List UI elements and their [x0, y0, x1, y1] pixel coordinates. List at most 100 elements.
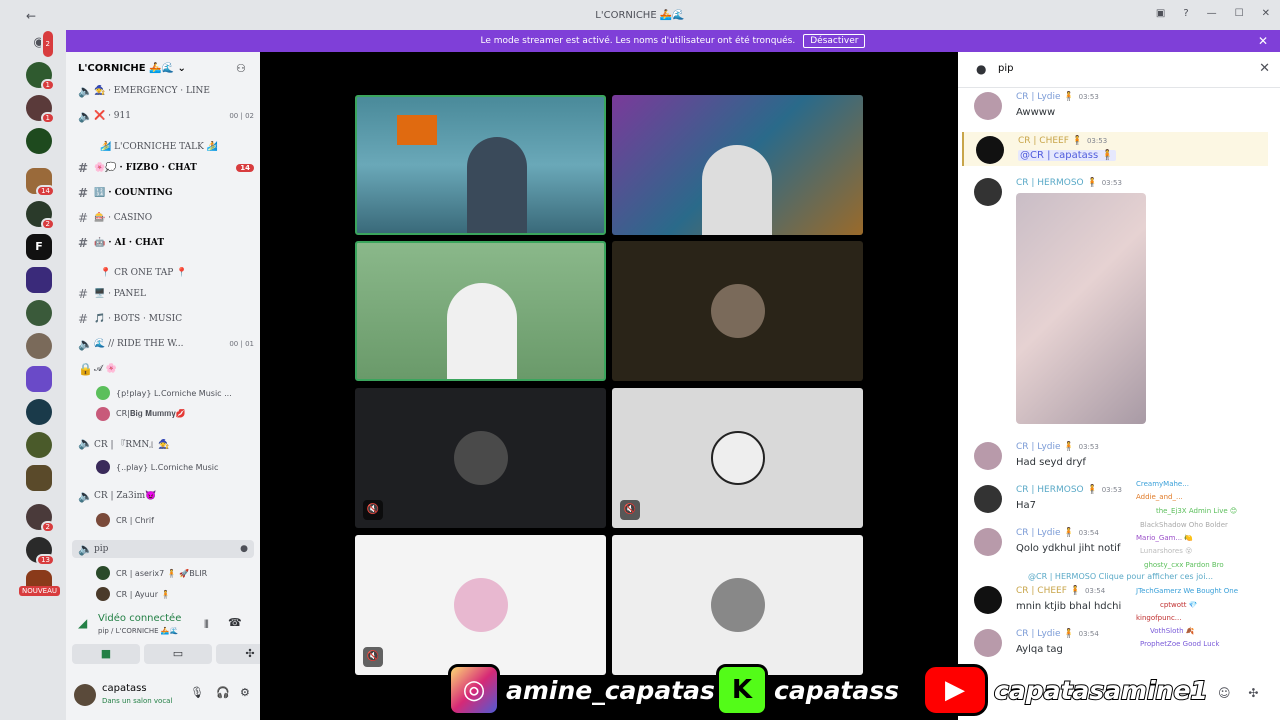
username[interactable]: capatass [102, 683, 147, 694]
channel-a[interactable]: 🔒 𝓐 🌸 [78, 360, 254, 378]
close-icon[interactable]: ✕ [1258, 34, 1268, 48]
server-icon[interactable]: F [26, 234, 52, 260]
headphones-icon[interactable]: 🎧 [216, 686, 230, 699]
server-icon[interactable]: 1 [26, 62, 55, 91]
avatar [96, 566, 110, 580]
screen-share-button[interactable]: ▭ [144, 644, 212, 664]
inbox-icon[interactable]: ▣ [1156, 8, 1165, 19]
server-icon[interactable] [26, 465, 52, 491]
channel-casino[interactable]: # 🎰 · CASINO [78, 209, 254, 227]
voice-user[interactable]: CR | Ayuur 🧍 [96, 586, 171, 602]
noise-suppression-icon[interactable]: ⦀ [204, 618, 209, 632]
server-icon[interactable]: 2 [26, 504, 55, 533]
discord-home-icon[interactable]: ◉ 2 [26, 29, 55, 59]
avatar[interactable] [974, 442, 1002, 470]
avatar[interactable] [974, 178, 1002, 206]
maximize-icon[interactable]: ☐ [1235, 8, 1244, 19]
server-icon[interactable]: 14 [26, 168, 55, 197]
disconnect-icon[interactable]: ☎ [228, 616, 242, 629]
avatar[interactable] [974, 629, 1002, 657]
message[interactable]: CR | Lydie 🧍 03:53 Awwww [974, 92, 1274, 124]
avatar [96, 407, 110, 421]
server-icon[interactable]: 1 [26, 95, 55, 124]
voice-status-title[interactable]: Vidéo connectée [98, 613, 181, 624]
video-tile[interactable] [355, 95, 606, 235]
video-tile[interactable] [355, 241, 606, 381]
channel-panel[interactable]: # 🖥️ · PANEL [78, 285, 254, 303]
category-one-tap[interactable]: 📍 CR ONE TAP 📍 [100, 268, 187, 278]
kick-handle: K capatass [716, 664, 900, 716]
gear-icon[interactable]: ⚙ [240, 686, 250, 699]
mic-muted-icon: 🔇 [363, 500, 383, 520]
add-member-icon[interactable]: ⚇ [236, 62, 246, 75]
instagram-handle: ◎ amine_capatas [448, 664, 716, 716]
voice-status-channel[interactable]: pip / L'CORNICHE 🚣🌊 [98, 627, 178, 635]
channel-sidebar: L'CORNICHE 🚣🌊 ⌄ ⚇ 🔈 🧙 · EMERGENCY · LINE … [66, 52, 284, 720]
channel-za3im[interactable]: 🔈 CR | Za3im😈 [78, 487, 254, 505]
channel-ride-the-wave[interactable]: 🔈 🌊 // RIDE THE W... 00 | 01 [78, 335, 254, 353]
message[interactable]: CR | Lydie 🧍 03:53 Had seyd dryf [974, 442, 1274, 474]
chevron-down-icon: ⌄ [177, 63, 186, 74]
avatar[interactable] [974, 528, 1002, 556]
participant-tile[interactable]: 🔇 [355, 535, 606, 675]
overlay-line: ghosty_cxx Pardon Bro [1144, 561, 1224, 569]
overlay-line: JTechGamerz We Bought One [1136, 587, 1239, 595]
voice-user[interactable]: CR|𝐁𝐢𝐠 𝐌𝐮𝐦𝐦𝐲💋 [96, 406, 186, 422]
attached-image[interactable] [1016, 193, 1146, 424]
participant-tile[interactable]: 🔇 [612, 388, 863, 528]
minimize-icon[interactable]: — [1207, 8, 1217, 19]
server-name[interactable]: L'CORNICHE 🚣🌊 ⌄ [78, 63, 186, 74]
server-icon[interactable] [26, 432, 52, 458]
channel-bots-music[interactable]: # 🎵 · BOTS · MUSIC [78, 310, 254, 328]
voice-user[interactable]: {..play} L.Corniche Music [96, 459, 218, 475]
server-icon[interactable] [26, 128, 52, 154]
camera-button[interactable]: ■ [72, 644, 140, 664]
server-icon[interactable] [26, 366, 52, 392]
chat-input-actions: ☺ ✣ [1218, 686, 1258, 700]
server-icon[interactable] [26, 300, 52, 326]
participant-tile[interactable]: 🔇 [355, 388, 606, 528]
help-icon[interactable]: ? [1183, 8, 1188, 19]
avatar[interactable] [974, 485, 1002, 513]
avatar[interactable] [74, 684, 96, 706]
channel-fizbo-chat[interactable]: # 🌸💭 · FIZBO · CHAT 14 [78, 159, 254, 177]
apps-icon[interactable]: ✣ [1248, 686, 1258, 700]
channel-911[interactable]: 🔈 ❌ · 911 00 | 02 [78, 107, 254, 125]
participant-tile[interactable] [612, 241, 863, 381]
chat-bubble-icon[interactable]: ● [240, 544, 248, 554]
emoji-icon[interactable]: ☺ [1218, 686, 1231, 700]
avatar[interactable] [974, 586, 1002, 614]
server-icon[interactable] [26, 399, 52, 425]
participant-tile[interactable] [612, 535, 863, 675]
close-icon[interactable]: ✕ [1259, 61, 1270, 76]
voice-user[interactable]: CR | aserix7 🧍 🚀BLIR [96, 565, 207, 581]
user-panel: capatass Dans un salon vocal 🎙 🎧 ⚙ [66, 680, 260, 712]
window-title: L'CORNICHE 🚣🌊 [595, 10, 685, 21]
voice-user[interactable]: CR | Chrif [96, 512, 154, 528]
voice-user[interactable]: {p!play} L.Corniche Music ... [96, 385, 232, 401]
channel-ai-chat[interactable]: # 🤖 · AI · CHAT [78, 234, 254, 252]
hash-icon: # [78, 236, 89, 250]
channel-pip-active[interactable]: 🔈 pip ● [72, 540, 254, 558]
channel-rmn[interactable]: 🔈 CR | 『RMN』🧙 [78, 434, 254, 452]
server-icon[interactable]: 13 [26, 537, 55, 566]
message-mention[interactable]: CR | CHEEF 🧍 03:53 @CR | capatass 🧍 [962, 132, 1268, 166]
avatar[interactable] [974, 92, 1002, 120]
video-tile[interactable] [612, 95, 863, 235]
category-corniche-talk[interactable]: 🏄 L'CORNICHE TALK 🏄 [100, 142, 218, 152]
avatar [710, 578, 765, 632]
disable-streamer-button[interactable]: Désactiver [803, 34, 866, 48]
channel-counting[interactable]: # 🔢 · COUNTING [78, 184, 254, 202]
server-icon[interactable] [26, 333, 52, 359]
person-silhouette [447, 283, 517, 379]
channel-emergency[interactable]: 🔈 🧙 · EMERGENCY · LINE [78, 82, 254, 100]
user-status: Dans un salon vocal [102, 697, 173, 705]
close-icon[interactable]: ✕ [1262, 8, 1270, 19]
server-icon[interactable] [26, 267, 52, 293]
avatar[interactable] [976, 136, 1004, 164]
avatar [96, 513, 110, 527]
speaker-icon: 🔈 [78, 84, 93, 98]
microphone-icon[interactable]: 🎙 [190, 686, 204, 699]
server-icon[interactable]: 2 [26, 201, 55, 230]
stream-chat-overlay: CreamyMahe... Addie_and_... the_Ej3X Adm… [1130, 480, 1270, 650]
